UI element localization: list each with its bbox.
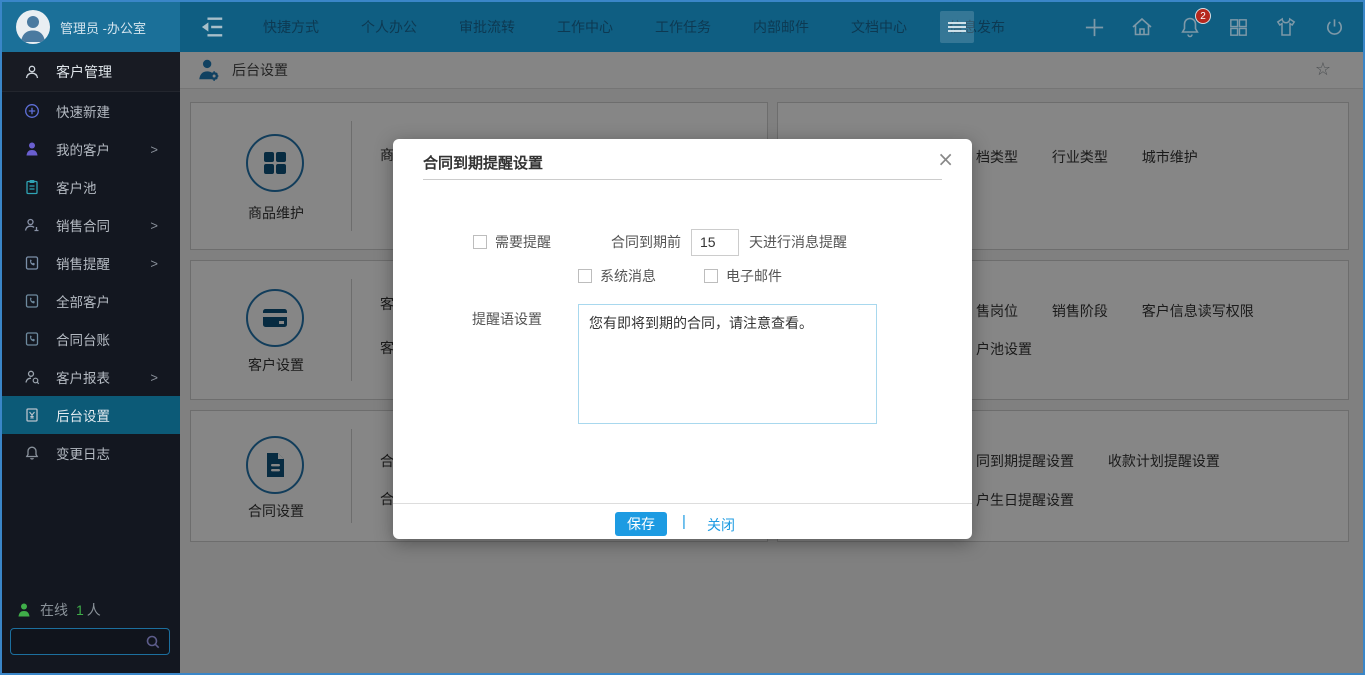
theme-shirt-icon[interactable] — [1273, 14, 1299, 40]
plus-circle-icon — [24, 103, 40, 119]
apps-grid-icon[interactable] — [1225, 14, 1251, 40]
button-separator: | — [682, 513, 686, 530]
email-checkbox[interactable] — [704, 269, 718, 283]
app-window: 管理员 -办公室 快捷方式 个人办公 审批流转 工作中心 工作任务 内部邮件 文… — [0, 0, 1365, 675]
notifications-bell-icon[interactable]: 2 — [1177, 14, 1203, 40]
sidebar-search-input[interactable] — [10, 628, 170, 655]
phonebook-icon — [24, 293, 40, 309]
add-icon[interactable] — [1081, 14, 1107, 40]
nav-item-internal-mail[interactable]: 内部邮件 — [739, 2, 823, 52]
email-label: 电子邮件 — [726, 266, 782, 286]
nav-item-shortcuts[interactable]: 快捷方式 — [249, 2, 333, 52]
phrase-label: 提醒语设置 — [472, 309, 542, 329]
nav-item-work-tasks[interactable]: 工作任务 — [641, 2, 725, 52]
search-icon — [145, 634, 161, 650]
chevron-right-icon: > — [150, 218, 158, 233]
phonebook-icon — [24, 255, 40, 271]
home-icon[interactable] — [1129, 14, 1155, 40]
nav-item-approval-flow[interactable]: 审批流转 — [445, 2, 529, 52]
person-icon — [24, 141, 40, 157]
hamburger-menu-icon[interactable] — [940, 11, 974, 43]
dialog-title: 合同到期提醒设置 — [423, 152, 543, 173]
logout-power-icon[interactable] — [1321, 14, 1347, 40]
chevron-right-icon: > — [150, 256, 158, 271]
sidebar-item-change-log[interactable]: 变更日志 — [2, 434, 180, 472]
days-before-input[interactable] — [691, 229, 739, 256]
user-name: 管理员 -办公室 — [60, 18, 146, 37]
reminder-phrase-textarea[interactable] — [578, 304, 877, 424]
top-bar: 管理员 -办公室 快捷方式 个人办公 审批流转 工作中心 工作任务 内部邮件 文… — [2, 2, 1363, 52]
chevron-right-icon: > — [150, 370, 158, 385]
contract-expiry-reminder-dialog: 合同到期提醒设置 × 需要提醒 合同到期前 天进行消息提醒 系统消息 电子邮件 … — [393, 139, 972, 539]
phonebook-icon — [24, 331, 40, 347]
ledger-icon — [24, 407, 40, 423]
close-button[interactable]: 关闭 — [707, 515, 735, 535]
notification-badge: 2 — [1195, 8, 1211, 24]
sidebar-item-all-customers[interactable]: 全部客户 — [2, 282, 180, 320]
sidebar-item-sales-contracts[interactable]: 销售合同 > — [2, 206, 180, 244]
sidebar: 客户管理 快速新建 我的客户 > 客户池 销售合同 > 销售提醒 > 全部客户 — [2, 52, 180, 673]
need-remind-label: 需要提醒 — [495, 232, 551, 252]
person-icon — [24, 64, 40, 80]
system-message-label: 系统消息 — [600, 266, 656, 286]
sidebar-item-sales-reminders[interactable]: 销售提醒 > — [2, 244, 180, 282]
sidebar-item-customer-reports[interactable]: 客户报表 > — [2, 358, 180, 396]
sidebar-item-customer-pool[interactable]: 客户池 — [2, 168, 180, 206]
collapse-menu-icon[interactable] — [198, 15, 228, 39]
nav-item-personal-office[interactable]: 个人办公 — [347, 2, 431, 52]
top-nav: 快捷方式 个人办公 审批流转 工作中心 工作任务 内部邮件 文档中心 信息发布 — [242, 2, 1026, 52]
sidebar-item-my-customers[interactable]: 我的客户 > — [2, 130, 180, 168]
sidebar-item-quick-create[interactable]: 快速新建 — [2, 92, 180, 130]
person-pen-icon — [24, 217, 40, 233]
chevron-right-icon: > — [150, 142, 158, 157]
nav-item-work-center[interactable]: 工作中心 — [543, 2, 627, 52]
clipboard-icon — [24, 179, 40, 195]
user-block[interactable]: 管理员 -办公室 — [2, 2, 180, 52]
online-status: 在线 1 人 — [16, 600, 101, 620]
sidebar-item-backend-settings[interactable]: 后台设置 — [2, 396, 180, 434]
before-expiry-label: 合同到期前 — [611, 232, 681, 252]
online-person-icon — [16, 602, 32, 618]
online-count: 1 — [76, 602, 84, 618]
nav-item-document-center[interactable]: 文档中心 — [837, 2, 921, 52]
after-days-label: 天进行消息提醒 — [749, 232, 847, 252]
person-search-icon — [24, 369, 40, 385]
avatar — [16, 10, 50, 44]
bell-icon — [24, 445, 40, 461]
need-remind-checkbox[interactable] — [473, 235, 487, 249]
close-icon[interactable]: × — [937, 147, 954, 171]
reminder-row: 需要提醒 合同到期前 天进行消息提醒 — [473, 228, 847, 256]
sidebar-item-contract-ledger[interactable]: 合同台账 — [2, 320, 180, 358]
save-button[interactable]: 保存 — [615, 512, 667, 536]
channel-row: 系统消息 电子邮件 — [578, 264, 782, 288]
system-message-checkbox[interactable] — [578, 269, 592, 283]
sidebar-header-customer-management[interactable]: 客户管理 — [2, 52, 180, 92]
